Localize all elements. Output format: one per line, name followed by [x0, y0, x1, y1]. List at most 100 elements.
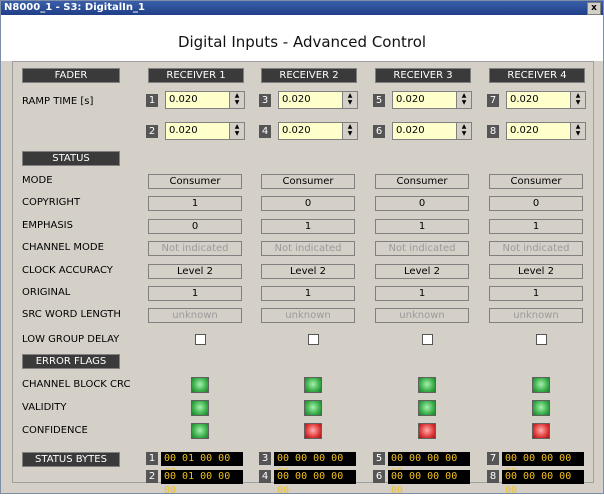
ramp-time-value: 0.020 — [282, 125, 311, 136]
error-flag-label: CHANNEL BLOCK CRC — [22, 379, 131, 390]
status-label: COPYRIGHT — [22, 197, 81, 209]
low-group-delay-checkbox[interactable] — [536, 334, 547, 345]
ramp-time-value: 0.020 — [510, 125, 539, 136]
spin-up-icon[interactable]: ▲ — [457, 123, 471, 130]
spin-down-icon[interactable]: ▼ — [343, 99, 357, 106]
status-byte-value: 00 00 00 00 00 — [274, 470, 356, 496]
spin-down-icon[interactable]: ▼ — [571, 99, 585, 106]
status-field: unknown — [489, 308, 583, 324]
status-led — [191, 423, 209, 439]
spinner-arrows[interactable]: ▲ ▼ — [456, 123, 471, 139]
status-field: 1 — [261, 218, 355, 234]
spin-down-icon[interactable]: ▼ — [343, 130, 357, 137]
spin-up-icon[interactable]: ▲ — [230, 123, 244, 130]
status-field: Level 2 — [489, 263, 583, 279]
spin-up-icon[interactable]: ▲ — [343, 92, 357, 99]
status-field: Not indicated — [261, 241, 355, 257]
ramp-time-value: 0.020 — [396, 125, 425, 136]
status-led — [532, 377, 550, 393]
ramp-time-spinner[interactable]: 0.020 ▲ ▼ — [392, 122, 472, 140]
ramp-time-spinner[interactable]: 0.020 ▲ ▼ — [278, 91, 358, 109]
status-field: 1 — [489, 218, 583, 234]
channel-number: 2 — [146, 125, 158, 138]
channel-number: 4 — [259, 125, 271, 138]
spinner-arrows[interactable]: ▲ ▼ — [342, 92, 357, 108]
status-field: unknown — [375, 308, 469, 324]
status-field: 1 — [489, 286, 583, 301]
status-field: unknown — [261, 308, 355, 324]
status-field: Consumer — [489, 174, 583, 189]
spin-down-icon[interactable]: ▼ — [457, 130, 471, 137]
window: N8000_1 - S3: DigitalIn_1 x Digital Inpu… — [0, 0, 604, 496]
spin-up-icon[interactable]: ▲ — [343, 123, 357, 130]
error-flag-label: VALIDITY — [22, 402, 67, 413]
spinner-arrows[interactable]: ▲ ▼ — [570, 123, 585, 139]
receiver-header: RECEIVER 2 — [261, 68, 357, 83]
section-status: STATUS — [22, 151, 120, 166]
low-group-delay-checkbox[interactable] — [308, 334, 319, 345]
channel-number: 8 — [487, 125, 499, 138]
status-led — [418, 400, 436, 416]
byte-channel-number: 4 — [259, 470, 271, 483]
status-led — [418, 423, 436, 439]
status-field: unknown — [148, 308, 242, 324]
title-bar[interactable]: N8000_1 - S3: DigitalIn_1 x — [1, 1, 603, 15]
channel-number: 1 — [146, 94, 158, 107]
spin-down-icon[interactable]: ▼ — [571, 130, 585, 137]
spin-down-icon[interactable]: ▼ — [230, 130, 244, 137]
low-group-delay-label: LOW GROUP DELAY — [22, 334, 120, 345]
spin-up-icon[interactable]: ▲ — [230, 92, 244, 99]
spinner-arrows[interactable]: ▲ ▼ — [229, 92, 244, 108]
channel-number: 3 — [259, 94, 271, 107]
status-label: MODE — [22, 175, 53, 186]
spin-up-icon[interactable]: ▲ — [571, 92, 585, 99]
status-label: ORIGINAL — [22, 287, 71, 298]
ramp-time-spinner[interactable]: 0.020 ▲ ▼ — [392, 91, 472, 109]
spin-down-icon[interactable]: ▼ — [457, 99, 471, 106]
status-led — [304, 377, 322, 393]
status-label: CLOCK ACCURACY — [22, 264, 113, 276]
section-status-bytes: STATUS BYTES — [22, 452, 120, 467]
close-icon[interactable]: x — [587, 2, 601, 15]
status-field: Not indicated — [148, 241, 242, 257]
status-led — [418, 377, 436, 393]
status-field: Not indicated — [375, 241, 469, 257]
spinner-arrows[interactable]: ▲ ▼ — [342, 123, 357, 139]
ramp-time-value: 0.020 — [169, 125, 198, 136]
spin-up-icon[interactable]: ▲ — [571, 123, 585, 130]
low-group-delay-checkbox[interactable] — [195, 334, 206, 345]
ramp-time-spinner[interactable]: 0.020 ▲ ▼ — [506, 91, 586, 109]
window-title: N8000_1 - S3: DigitalIn_1 — [4, 2, 145, 13]
spin-up-icon[interactable]: ▲ — [457, 92, 471, 99]
status-field: 1 — [261, 286, 355, 301]
ramp-time-spinner[interactable]: 0.020 ▲ ▼ — [165, 91, 245, 109]
header: Digital Inputs - Advanced Control — [1, 15, 603, 61]
spin-down-icon[interactable]: ▼ — [230, 99, 244, 106]
status-field: 1 — [148, 196, 242, 212]
status-label: CHANNEL MODE — [22, 242, 104, 254]
receiver-header: RECEIVER 3 — [375, 68, 471, 83]
status-byte-value: 00 01 00 00 00 — [161, 470, 243, 496]
status-field: 0 — [148, 218, 242, 234]
status-led — [304, 423, 322, 439]
ramp-time-spinner[interactable]: 0.020 ▲ ▼ — [506, 122, 586, 140]
ramp-time-spinner[interactable]: 0.020 ▲ ▼ — [165, 122, 245, 140]
ramp-time-spinner[interactable]: 0.020 ▲ ▼ — [278, 122, 358, 140]
spinner-arrows[interactable]: ▲ ▼ — [456, 92, 471, 108]
status-byte-value: 00 01 00 00 00 — [161, 452, 243, 478]
status-label: SRC WORD LENGTH — [22, 309, 121, 321]
spinner-arrows[interactable]: ▲ ▼ — [229, 123, 244, 139]
byte-channel-number: 3 — [259, 452, 271, 465]
status-field: 0 — [261, 196, 355, 212]
byte-channel-number: 7 — [487, 452, 499, 465]
page-title: Digital Inputs - Advanced Control — [177, 33, 427, 51]
status-field: 0 — [489, 196, 583, 212]
status-byte-value: 00 00 00 00 00 — [502, 452, 584, 478]
status-field: Consumer — [375, 174, 469, 189]
status-field: 1 — [375, 286, 469, 301]
byte-channel-number: 6 — [373, 470, 385, 483]
status-led — [191, 377, 209, 393]
low-group-delay-checkbox[interactable] — [422, 334, 433, 345]
spinner-arrows[interactable]: ▲ ▼ — [570, 92, 585, 108]
section-error-flags: ERROR FLAGS — [22, 354, 120, 369]
